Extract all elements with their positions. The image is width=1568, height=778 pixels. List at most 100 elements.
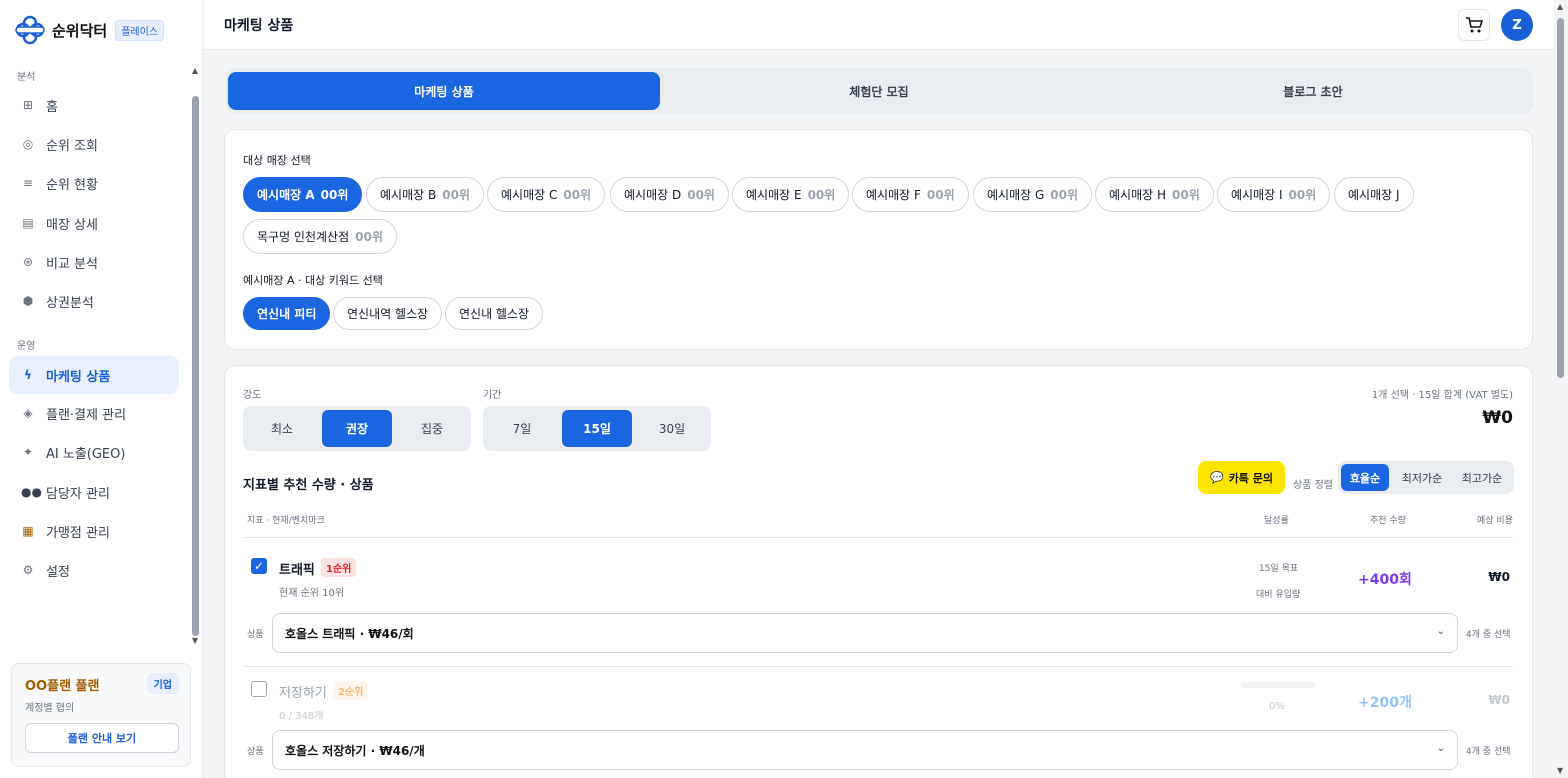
store-chip-rank: 00위 [687,188,715,202]
product-select-value: 호올스 저장하기 · ₩46/개 [285,743,425,758]
sidebar-item-label: 마케팅 상품 [46,369,111,385]
sort-option-efficiency[interactable]: 효율순 [1341,464,1389,491]
sidebar-item-rank-search[interactable]: ◎ 순위 조회 [9,125,179,163]
scrollbar-thumb[interactable] [1557,18,1564,378]
store-chip-name: 예시매장 A [257,188,315,202]
rate-value: 0% [1269,701,1285,712]
sidebar-item-label: 매장 상세 [46,217,98,233]
metric-name: 저장하기 [279,686,327,701]
period-option-7[interactable]: 7일 [487,410,557,447]
rate-top: 15일 목표 [1259,564,1299,574]
store-chip[interactable]: 예시매장 B 00위 [366,177,484,212]
keyword-chip[interactable]: 연신내역 헬스장 [333,297,443,330]
store-chip-rank: 00위 [1050,188,1079,202]
cart-icon [1466,17,1483,33]
sidebar-item-market-analysis[interactable]: ⬢ 상권분석 [9,282,179,320]
plan-guide-button[interactable]: 플랜 안내 보기 [25,723,179,753]
keyword-select-label: 예시매장 A · 대상 키워드 선택 [243,274,383,287]
scroll-up-icon[interactable]: ▲ [1557,2,1563,11]
logo[interactable]: 순위닥터 플레이스 [14,14,165,46]
chevron-down-icon: ⌄ [1436,626,1445,637]
sidebar-item-home[interactable]: ⊞ 홈 [9,86,179,124]
scroll-down-icon[interactable]: ▼ [190,636,200,645]
store-chip-name: 예시매장 D [624,188,682,202]
products-card: 강도 최소 권장 집중 기간 7일 15일 30일 1개 선택 · 15일 합계… [224,365,1533,778]
store-select-card: 대상 매장 선택 예시매장 A 00위 예시매장 B 00위 예시매장 C 00위 예… [224,129,1533,350]
tab-blog-draft[interactable]: 블로그 초안 [1097,72,1529,110]
store-chip[interactable]: 예시매장 G 00위 [973,177,1093,212]
building-icon: ▦ [22,524,34,538]
store-chip[interactable]: 예시매장 J [1334,177,1414,212]
sort-label: 상품 정렬 [1293,480,1333,491]
metric-checkbox[interactable] [251,681,267,697]
kakao-inquiry-button[interactable]: 💬 카톡 문의 [1198,461,1285,494]
period-option-30[interactable]: 30일 [637,410,707,447]
store-chip[interactable]: 예시매장 E 00위 [732,177,850,212]
sidebar-item-label: 순위 조회 [46,138,98,154]
divider [243,666,1513,667]
product-count: 4개 중 선택 [1466,747,1511,757]
intensity-option-focus[interactable]: 집중 [397,410,467,447]
sidebar-item-store-detail[interactable]: ▤ 매장 상세 [9,204,179,242]
metric-checkbox[interactable]: ✓ [251,558,267,574]
avatar[interactable]: Z [1501,9,1533,41]
store-chip[interactable]: 예시매장 D 00위 [610,177,729,212]
keyword-chip[interactable]: 연신내 피티 [243,297,331,330]
plan-subtitle: 계정별 협의 [25,703,75,714]
sidebar-item-compare[interactable]: ⊛ 비교 분석 [9,243,179,281]
logo-icon [15,15,45,45]
sidebar-item-ai-geo[interactable]: ✦ AI 노출(GEO) [9,433,179,471]
sort-option-highest[interactable]: 최고가순 [1454,464,1510,491]
circle-icon: ◎ [22,137,34,151]
store-chip-rank: 00위 [442,188,470,202]
main-scrollbar[interactable]: ▲ ▼ [1554,0,1568,778]
product-select[interactable]: 호올스 저장하기 · ₩46/개 ⌄ [272,730,1458,770]
store-chip-name: 예시매장 E [746,188,802,202]
tab-bar: 마케팅 상품 체험단 모집 블로그 초안 [226,68,1533,114]
sidebar-item-rank-status[interactable]: ≡ 순위 현황 [9,164,179,202]
period-option-15[interactable]: 15일 [562,410,632,447]
brand-badge: 플레이스 [115,19,165,41]
store-chip[interactable]: 예시매장 I 00위 [1217,177,1331,212]
tab-marketing-products[interactable]: 마케팅 상품 [228,72,660,110]
lightning-icon: ϟ [24,368,32,382]
store-chip[interactable]: 예시매장 H 00위 [1095,177,1214,212]
sort-segment: 효율순 최저가순 최고가순 [1338,461,1514,494]
store-chip[interactable]: 예시매장 C 00위 [487,177,606,212]
product-label: 상품 [247,630,264,640]
intensity-option-min[interactable]: 최소 [247,410,317,447]
scroll-up-icon[interactable]: ▲ [190,66,200,75]
plan-title: OO플랜 플랜 [25,679,100,694]
sidebar-scrollbar[interactable]: ▲ ▼ [190,66,200,646]
store-chip[interactable]: 예시매장 A 00위 [243,177,363,212]
rank-badge: 2순위 [333,681,369,700]
keyword-chip[interactable]: 연신내 헬스장 [445,297,544,330]
compare-icon: ⊛ [22,255,34,269]
product-label: 상품 [247,747,264,757]
store-chip[interactable]: 예시매장 F 00위 [852,177,969,212]
store-chip-name: 예시매장 B [380,188,437,202]
intensity-option-recommended[interactable]: 권장 [322,410,392,447]
total-price: ₩0 [1482,408,1513,428]
store-select-label: 대상 매장 선택 [243,154,311,167]
store-chip[interactable]: 목구멍 인천계산점 00위 [243,219,397,254]
sidebar-item-franchise[interactable]: ▦ 가맹점 관리 [9,512,179,550]
scroll-down-icon[interactable]: ▼ [1557,766,1563,775]
metric-name: 트래픽 [279,563,315,578]
sidebar-item-managers[interactable]: ●● 담당자 관리 [9,473,179,511]
sidebar-item-label: 담당자 관리 [46,486,110,502]
sparkle-icon: ✦ [22,445,34,459]
scrollbar-thumb[interactable] [192,96,199,636]
sidebar-item-marketing[interactable]: ϟ 마케팅 상품 [9,356,179,394]
sidebar-item-label: 순위 현황 [46,177,98,193]
col-rate: 달성률 [1264,516,1289,526]
product-select[interactable]: 호올스 트래픽 · ₩46/회 ⌄ [272,613,1458,653]
sidebar-item-settings[interactable]: ⚙ 설정 [9,551,179,589]
sidebar-item-plan-billing[interactable]: ◈ 플랜·결제 관리 [9,394,179,432]
cart-button[interactable] [1458,9,1490,41]
sort-option-lowest[interactable]: 최저가순 [1394,464,1450,491]
product-count: 4개 중 선택 [1466,630,1511,640]
sidebar-item-label: 가맹점 관리 [46,525,110,541]
tab-experience-group[interactable]: 체험단 모집 [663,72,1095,110]
metric-sub: 0 / 348개 [279,711,324,722]
